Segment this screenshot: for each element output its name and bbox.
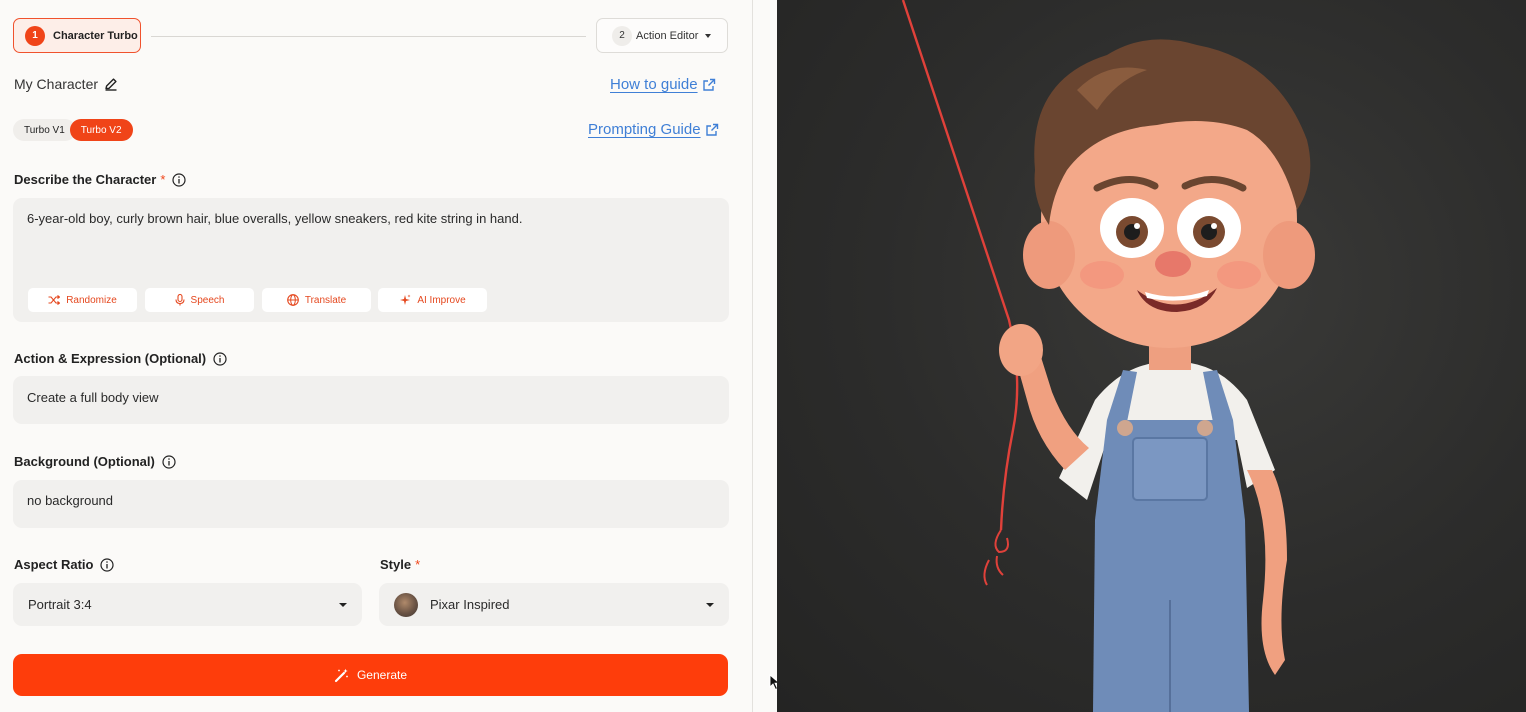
randomize-label: Randomize [66, 294, 117, 306]
info-icon[interactable] [172, 172, 187, 187]
generated-character-image [901, 0, 1315, 712]
generate-button[interactable]: Generate [13, 654, 728, 696]
background-text[interactable]: no background [27, 493, 113, 508]
step-character-turbo[interactable]: 1 Character Turbo [13, 18, 141, 53]
chevron-down-icon [339, 602, 347, 607]
prompting-guide-text: Prompting Guide [588, 121, 701, 138]
shuffle-icon [48, 295, 61, 305]
speech-label: Speech [190, 294, 225, 306]
stepper-connector [151, 36, 586, 37]
external-link-icon [702, 78, 715, 91]
style-selected: Pixar Inspired [394, 592, 510, 617]
character-form-panel: 1 Character Turbo 2 Action Editor My Cha… [0, 0, 752, 712]
info-icon[interactable] [100, 557, 115, 572]
aspect-ratio-label: Aspect Ratio [14, 557, 115, 572]
describe-label-text: Describe the Character [14, 172, 157, 187]
translate-button[interactable]: Translate [262, 288, 371, 312]
speech-button[interactable]: Speech [145, 288, 254, 312]
character-name-text: My Character [14, 76, 99, 92]
style-select[interactable]: Pixar Inspired [379, 583, 729, 626]
pencil-icon[interactable] [104, 77, 118, 91]
globe-icon [286, 294, 299, 306]
how-to-guide-text: How to guide [610, 76, 698, 93]
step-action-editor[interactable]: 2 Action Editor [596, 18, 728, 53]
info-icon[interactable] [162, 454, 176, 469]
microphone-icon [174, 294, 185, 306]
model-version-toggle: Turbo V1 Turbo V2 [13, 119, 133, 141]
generated-character-preview [777, 0, 1526, 712]
describe-character-label: Describe the Character * [14, 172, 187, 187]
background-label: Background (Optional) [14, 454, 176, 469]
action-expression-text[interactable]: Create a full body view [27, 390, 159, 405]
action-expression-label: Action & Expression (Optional) [14, 351, 227, 366]
aspect-ratio-value: Portrait 3:4 [28, 597, 92, 612]
style-value: Pixar Inspired [430, 597, 510, 612]
style-thumbnail [394, 592, 418, 617]
describe-character-text[interactable]: 6-year-old boy, curly brown hair, blue o… [27, 211, 522, 226]
translate-label: Translate [304, 294, 347, 306]
step-label: Character Turbo [53, 29, 138, 42]
step-label: Action Editor [636, 29, 699, 42]
sparkle-icon [400, 294, 411, 305]
aspect-ratio-select[interactable]: Portrait 3:4 [13, 583, 362, 626]
chevron-down-icon [705, 33, 712, 38]
style-label-text: Style [380, 557, 412, 572]
required-mark: * [160, 172, 166, 187]
action-label-text: Action & Expression (Optional) [14, 351, 207, 366]
required-mark: * [415, 557, 421, 572]
ai-improve-label: AI Improve [417, 294, 466, 306]
step-number: 1 [25, 25, 45, 46]
background-label-text: Background (Optional) [14, 454, 155, 469]
prompting-guide-link[interactable]: Prompting Guide [588, 121, 719, 138]
chevron-down-icon [706, 602, 714, 607]
how-to-guide-link[interactable]: How to guide [610, 76, 716, 93]
randomize-button[interactable]: Randomize [28, 288, 137, 312]
character-name[interactable]: My Character [14, 76, 118, 92]
turbo-v1-option[interactable]: Turbo V1 [13, 119, 76, 141]
external-link-icon [705, 123, 718, 136]
turbo-v2-option[interactable]: Turbo V2 [69, 119, 133, 141]
style-label: Style * [380, 557, 420, 572]
generate-label: Generate [356, 668, 408, 682]
background-input[interactable] [13, 480, 729, 528]
panel-divider [752, 0, 753, 712]
magic-wand-icon [334, 668, 348, 682]
step-number: 2 [612, 25, 632, 46]
ai-improve-button[interactable]: AI Improve [378, 288, 487, 312]
aspect-ratio-label-text: Aspect Ratio [14, 557, 94, 572]
info-icon[interactable] [213, 351, 227, 366]
